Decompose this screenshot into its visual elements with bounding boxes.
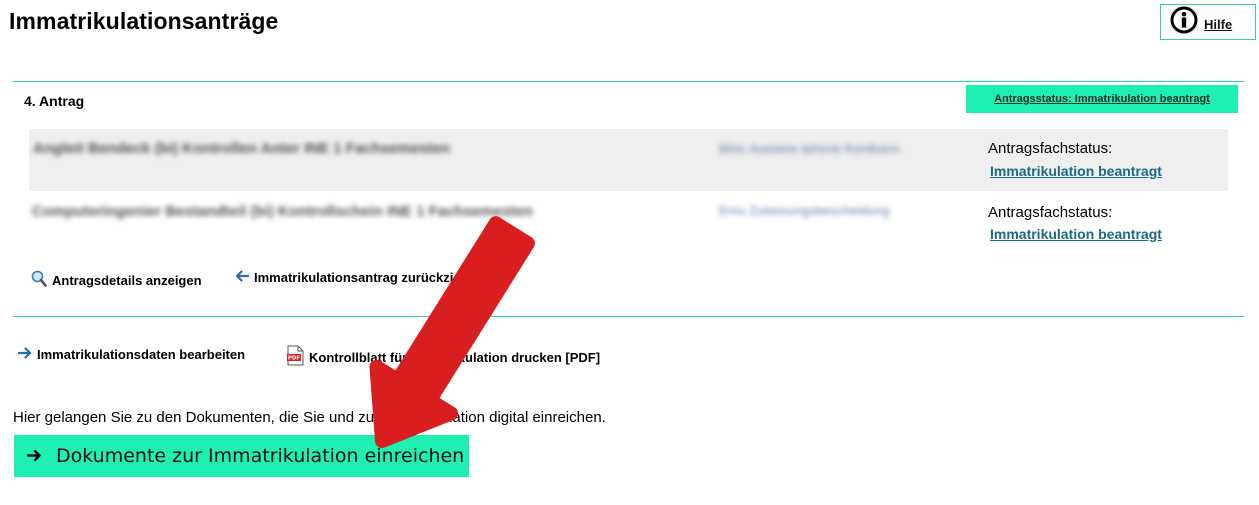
table-row: Angleit Bendeck (bi) Kontrollen Anter IN… <box>29 129 1228 191</box>
antrag-title: 4. Antrag <box>24 93 85 109</box>
help-link[interactable]: Hilfe <box>1204 17 1232 32</box>
info-circle-icon <box>1170 6 1198 39</box>
help-button[interactable]: Hilfe <box>1160 4 1256 40</box>
arrow-right-icon <box>26 445 42 467</box>
arrow-right-icon <box>17 347 32 362</box>
section-divider-bottom <box>13 316 1244 317</box>
fach-status-label: Antragsfachstatus: <box>988 140 1113 157</box>
program-detail-redacted: Emu Zulassungsbescheidung <box>719 203 890 218</box>
program-name-redacted: Computeringenier Bestandteil (bi) Kontro… <box>32 203 533 220</box>
fach-status-link[interactable]: Immatrikulation beantragt <box>990 163 1162 179</box>
page-title: Immatrikulationsanträge <box>9 8 279 34</box>
print-pdf-label: Kontrollblatt für Immatrikulation drucke… <box>309 349 601 365</box>
program-detail-redacted: Bilsc Ausweis Iphone Kontkann <box>719 141 900 156</box>
pdf-icon: PDF <box>287 345 304 369</box>
submit-documents-button[interactable]: Dokumente zur Immatrikulation einreichen <box>14 435 469 477</box>
magnifier-icon <box>31 270 47 291</box>
fach-status-label: Antragsfachstatus: <box>988 204 1113 221</box>
print-pdf-link[interactable]: PDF Kontrollblatt für Immatrikulation dr… <box>287 345 600 369</box>
svg-text:PDF: PDF <box>288 356 301 362</box>
withdraw-link[interactable]: Immatrikulationsantrag zurückziehen <box>235 270 484 285</box>
section-divider-top <box>13 81 1244 82</box>
withdraw-label: Immatrikulationsantrag zurückziehen <box>254 270 484 285</box>
details-link[interactable]: Antragsdetails anzeigen <box>31 270 202 291</box>
status-badge[interactable]: Antragsstatus: Immatrikulation beantragt <box>966 85 1238 113</box>
fach-status-link[interactable]: Immatrikulation beantragt <box>990 226 1162 242</box>
table-row: Computeringenier Bestandteil (bi) Kontro… <box>29 192 1228 254</box>
submit-documents-label: Dokumente zur Immatrikulation einreichen <box>56 445 465 467</box>
details-label: Antragsdetails anzeigen <box>52 273 202 288</box>
arrow-left-icon <box>235 270 250 285</box>
edit-data-link[interactable]: Immatrikulationsdaten bearbeiten <box>17 347 246 362</box>
edit-data-label: Immatrikulationsdaten bearbeiten <box>37 347 246 362</box>
info-text: Hier gelangen Sie zu den Dokumenten, die… <box>13 409 606 426</box>
program-name-redacted: Angleit Bendeck (bi) Kontrollen Anter IN… <box>33 140 451 157</box>
